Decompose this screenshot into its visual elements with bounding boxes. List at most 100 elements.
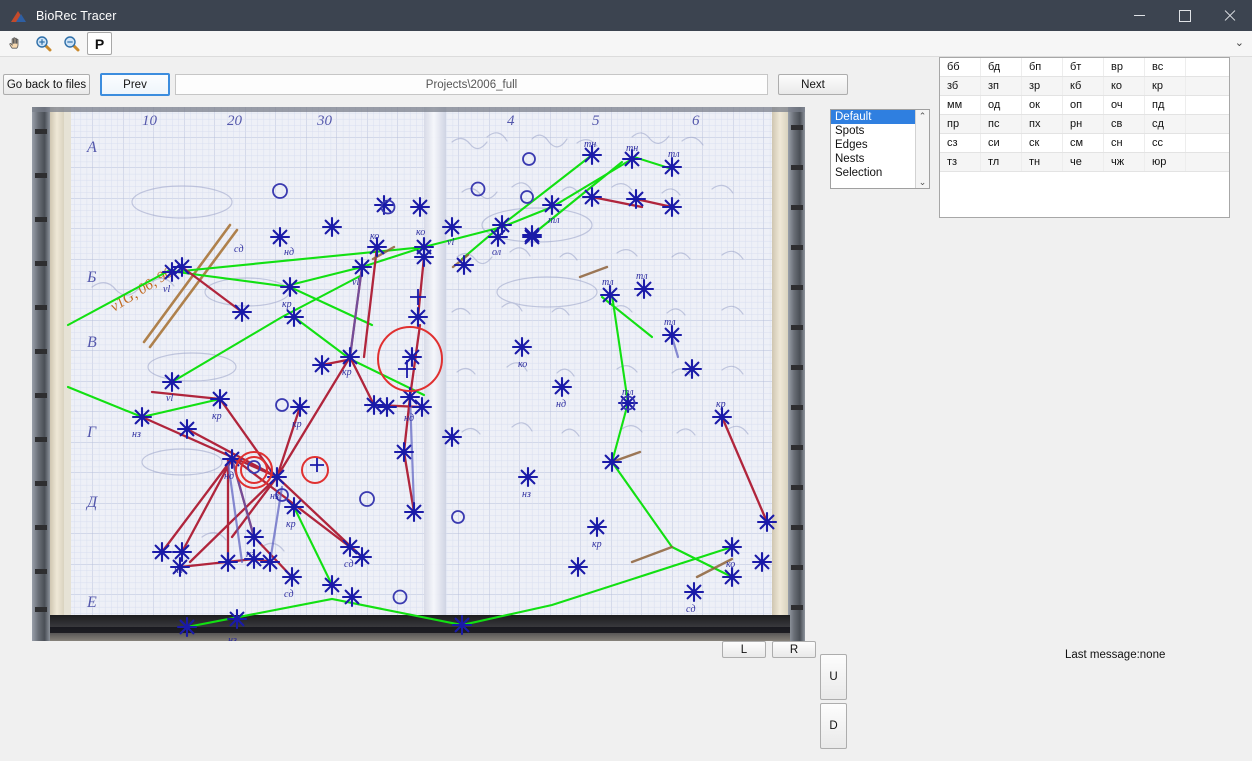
- svg-text:Г: Г: [86, 424, 97, 441]
- abbr-cell-empty: [1186, 134, 1230, 153]
- svg-text:Е: Е: [86, 594, 97, 611]
- abbr-cell[interactable]: бд: [981, 58, 1022, 77]
- pan-left-button[interactable]: L: [722, 641, 766, 658]
- scanned-notebook-image[interactable]: 10 20 30 4 5 6 А Б В Г Д Е v1G, 06, 96: [32, 107, 805, 641]
- svg-text:тн: тн: [626, 143, 638, 154]
- abbr-cell[interactable]: од: [981, 96, 1022, 115]
- svg-text:кр: кр: [592, 539, 602, 550]
- abbr-cell[interactable]: кб: [1063, 77, 1104, 96]
- point-tool-button[interactable]: P: [87, 32, 112, 55]
- pan-down-button[interactable]: D: [820, 703, 847, 749]
- abbr-cell[interactable]: св: [1104, 115, 1145, 134]
- abbreviation-panel[interactable]: бб бд бп бт вр вс зб зп зр кб ко кр: [939, 57, 1230, 218]
- svg-text:vl: vl: [163, 284, 170, 295]
- abbr-cell[interactable]: тз: [940, 153, 981, 172]
- zoom-in-tool-button[interactable]: [31, 32, 56, 55]
- abbr-cell[interactable]: сз: [940, 134, 981, 153]
- svg-text:нз: нз: [174, 565, 183, 576]
- abbr-cell[interactable]: тл: [981, 153, 1022, 172]
- abbr-cell[interactable]: вс: [1145, 58, 1186, 77]
- abbr-cell[interactable]: кр: [1145, 77, 1186, 96]
- svg-text:кр: кр: [716, 399, 726, 410]
- svg-text:тн: тн: [584, 139, 596, 150]
- svg-text:нз: нз: [246, 549, 255, 560]
- scroll-up-icon[interactable]: ⌃: [919, 110, 927, 122]
- abbr-cell[interactable]: пд: [1145, 96, 1186, 115]
- pan-up-button[interactable]: U: [820, 654, 847, 700]
- prev-button[interactable]: Prev: [100, 73, 170, 96]
- zoom-out-tool-button[interactable]: [59, 32, 84, 55]
- abbr-cell[interactable]: ск: [1022, 134, 1063, 153]
- go-back-to-files-button[interactable]: Go back to files: [3, 74, 90, 95]
- minimize-button[interactable]: [1117, 0, 1162, 31]
- maximize-button[interactable]: [1162, 0, 1207, 31]
- abbr-cell[interactable]: ко: [1104, 77, 1145, 96]
- toolbar: P ⌄: [0, 31, 1252, 57]
- pan-right-button[interactable]: R: [772, 641, 816, 658]
- svg-text:нд: нд: [404, 413, 414, 424]
- project-path-field[interactable]: Projects\2006_full: [175, 74, 768, 95]
- svg-text:ол: ол: [492, 247, 502, 258]
- p-letter-icon: P: [95, 37, 104, 51]
- svg-text:нд: нд: [224, 471, 234, 482]
- abbr-cell[interactable]: сн: [1104, 134, 1145, 153]
- zoom-out-icon: [63, 35, 80, 52]
- svg-text:vl: vl: [447, 237, 454, 248]
- abbr-cell[interactable]: си: [981, 134, 1022, 153]
- table-row: тз тл тн че чж юр: [940, 153, 1229, 172]
- abbr-cell[interactable]: бт: [1063, 58, 1104, 77]
- abbr-cell[interactable]: оч: [1104, 96, 1145, 115]
- svg-text:4: 4: [507, 113, 515, 129]
- scroll-down-icon[interactable]: ⌄: [919, 176, 927, 188]
- toolbar-overflow-icon[interactable]: ⌄: [1235, 38, 1244, 49]
- abbr-cell[interactable]: бб: [940, 58, 981, 77]
- table-row: бб бд бп бт вр вс: [940, 58, 1229, 77]
- abbr-cell[interactable]: бп: [1022, 58, 1063, 77]
- abbr-cell[interactable]: пр: [940, 115, 981, 134]
- svg-text:тл: тл: [668, 149, 680, 160]
- app-icon: [11, 8, 27, 24]
- abbr-cell[interactable]: ок: [1022, 96, 1063, 115]
- abbr-cell[interactable]: сд: [1145, 115, 1186, 134]
- abbr-cell[interactable]: см: [1063, 134, 1104, 153]
- svg-text:тл: тл: [664, 317, 676, 328]
- svg-text:сд: сд: [284, 589, 294, 600]
- close-button[interactable]: [1207, 0, 1252, 31]
- svg-text:тл: тл: [622, 387, 634, 398]
- window-title: BioRec Tracer: [36, 9, 117, 23]
- image-canvas[interactable]: 10 20 30 4 5 6 А Б В Г Д Е v1G, 06, 96: [32, 107, 805, 641]
- svg-text:10: 10: [142, 113, 158, 129]
- abbr-cell[interactable]: че: [1063, 153, 1104, 172]
- listbox-scrollbar[interactable]: ⌃ ⌄: [915, 110, 929, 188]
- abbr-cell[interactable]: вр: [1104, 58, 1145, 77]
- table-row: сз си ск см сн сс: [940, 134, 1229, 153]
- abbr-cell[interactable]: зб: [940, 77, 981, 96]
- abbr-cell[interactable]: чж: [1104, 153, 1145, 172]
- svg-text:кр: кр: [212, 411, 222, 422]
- abbr-cell[interactable]: тн: [1022, 153, 1063, 172]
- pan-tool-button[interactable]: [3, 32, 28, 55]
- abbr-cell[interactable]: оп: [1063, 96, 1104, 115]
- hand-icon: [7, 35, 24, 52]
- abbreviation-table: бб бд бп бт вр вс зб зп зр кб ко кр: [940, 58, 1229, 172]
- svg-text:5: 5: [592, 113, 600, 129]
- abbr-cell[interactable]: пх: [1022, 115, 1063, 134]
- svg-text:20: 20: [227, 113, 243, 129]
- svg-text:ко: ко: [726, 559, 735, 570]
- status-message: Last message:none: [1065, 649, 1235, 665]
- svg-text:нд: нд: [556, 399, 566, 410]
- next-button[interactable]: Next: [778, 74, 848, 95]
- abbr-cell[interactable]: зп: [981, 77, 1022, 96]
- abbr-cell[interactable]: рн: [1063, 115, 1104, 134]
- svg-text:нз: нз: [522, 489, 531, 500]
- abbr-cell[interactable]: зр: [1022, 77, 1063, 96]
- abbr-cell[interactable]: пс: [981, 115, 1022, 134]
- abbr-cell[interactable]: сс: [1145, 134, 1186, 153]
- svg-text:ко: ко: [416, 227, 425, 238]
- svg-text:кр: кр: [342, 367, 352, 378]
- abbr-cell[interactable]: мм: [940, 96, 981, 115]
- abbr-cell[interactable]: юр: [1145, 153, 1186, 172]
- svg-text:кр: кр: [282, 299, 292, 310]
- layer-listbox[interactable]: Default Spots Edges Nests Selection ⌃ ⌄: [830, 109, 930, 189]
- svg-text:нз: нз: [132, 429, 141, 440]
